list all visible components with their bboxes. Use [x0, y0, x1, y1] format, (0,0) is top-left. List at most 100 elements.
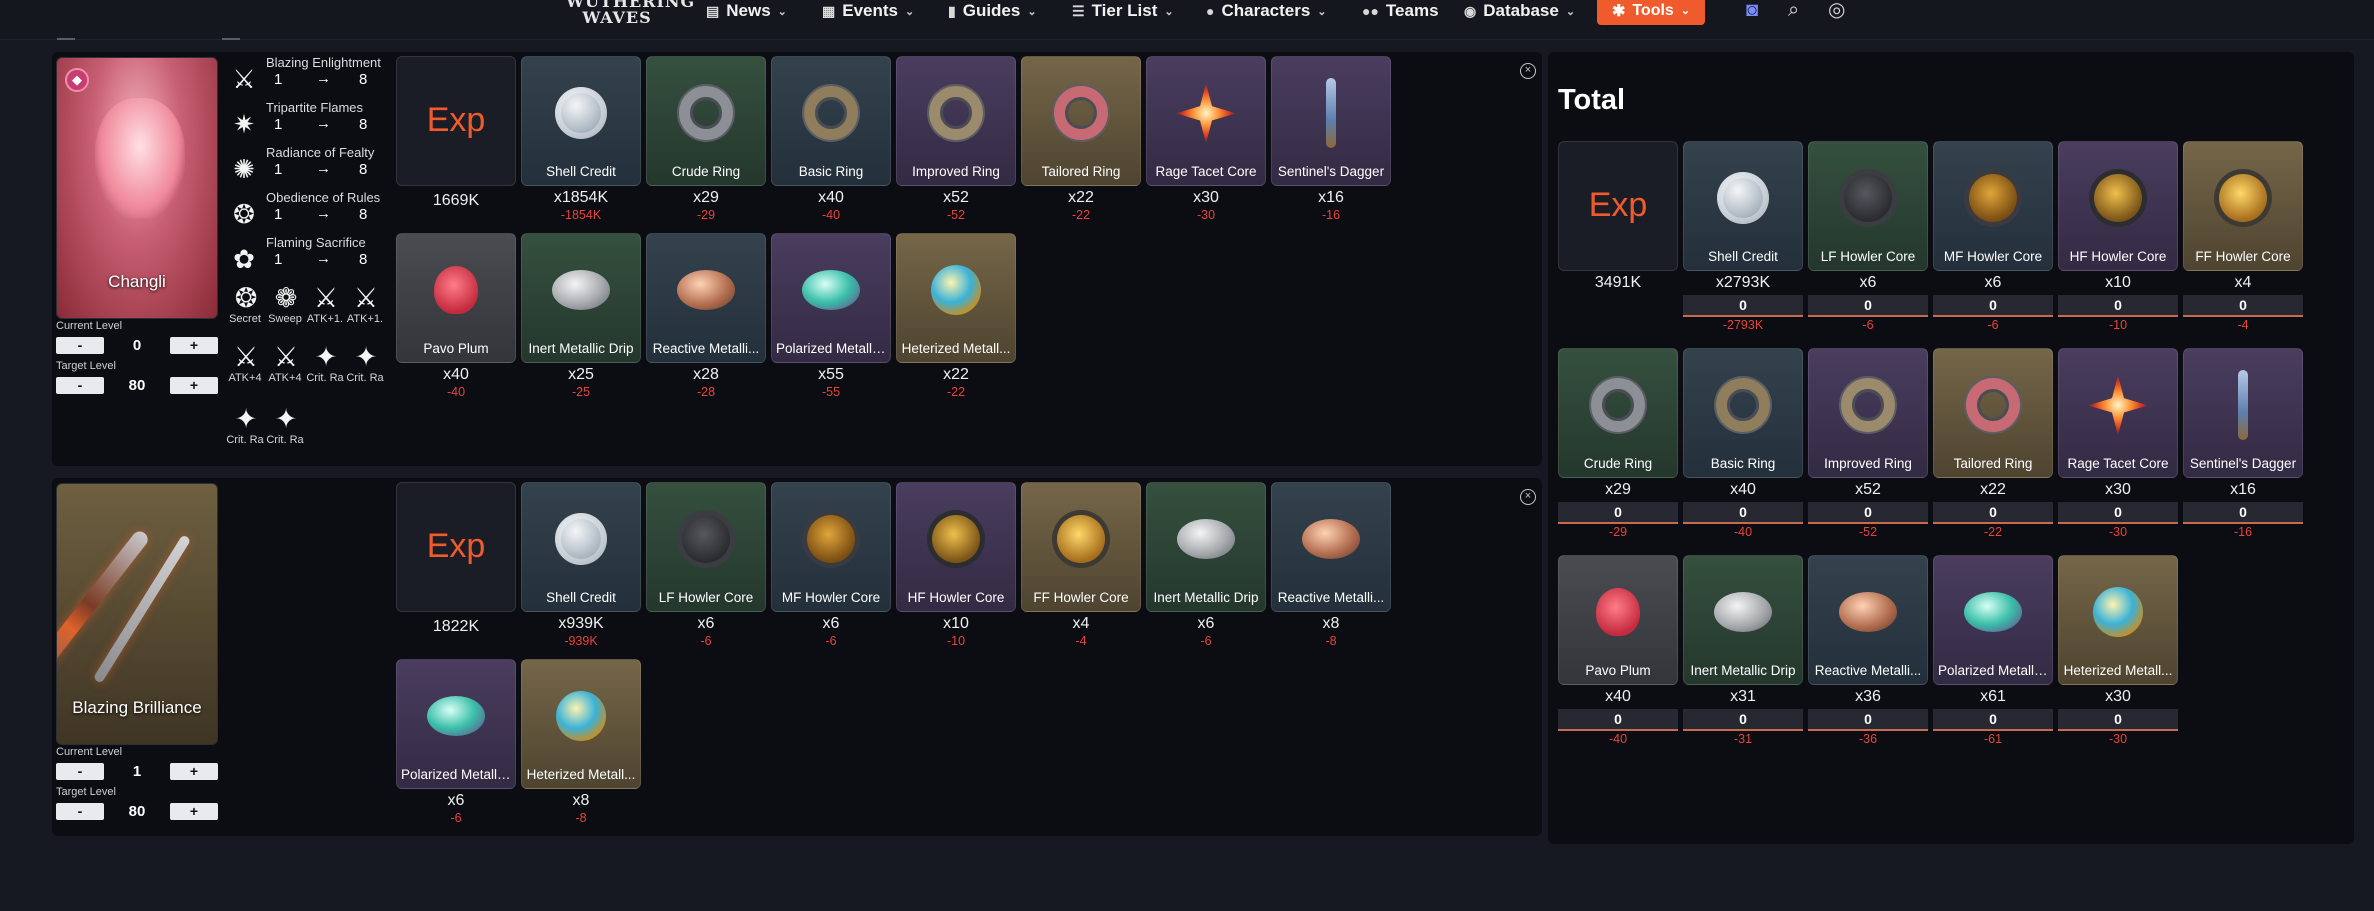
total-inert-metallic-drip[interactable]: Inert Metallic Drip x31 0 -31 [1683, 555, 1803, 746]
material-heterized-metallic-drip[interactable]: Heterized Metall... x22 -22 [896, 233, 1016, 399]
owned-input[interactable]: 0 [1933, 709, 2053, 731]
owned-input[interactable]: 0 [1933, 295, 2053, 317]
owned-input[interactable]: 0 [1808, 502, 1928, 524]
account-icon[interactable]: ◎ [1828, 0, 1845, 20]
owned-input[interactable]: 0 [2183, 502, 2303, 524]
skill-level-to[interactable]: 8 [359, 71, 367, 88]
increase-level-button[interactable]: + [170, 337, 218, 354]
minor-node[interactable]: ✦ Crit. Ra [266, 404, 306, 454]
search-icon[interactable]: ⌕ [1788, 0, 1799, 20]
minor-node[interactable]: ✦ Crit. Ra [306, 342, 346, 392]
owned-input[interactable]: 0 [1683, 709, 1803, 731]
minor-node[interactable]: ❁ Sweep [266, 283, 306, 333]
material-shell-credit[interactable]: Shell Credit x939K -939K [521, 482, 641, 648]
material-polarized-metallic-drip[interactable]: Polarized Metalli... x6 -6 [396, 659, 516, 825]
current-level-value[interactable]: 1 [111, 763, 163, 780]
increase-target-button[interactable]: + [170, 377, 218, 394]
skill-level-to[interactable]: 8 [359, 116, 367, 133]
total-shell-credit[interactable]: Shell Credit x2793K 0 -2793K [1683, 141, 1803, 332]
minor-node[interactable]: ⚔ ATK+4 [226, 342, 266, 392]
total-sentinels-dagger[interactable]: Sentinel's Dagger x16 0 -16 [2183, 348, 2303, 539]
material-improved-ring[interactable]: Improved Ring x52 -52 [896, 56, 1016, 222]
owned-input[interactable]: 0 [1808, 709, 1928, 731]
material-sentinels-dagger[interactable]: Sentinel's Dagger x16 -16 [1271, 56, 1391, 222]
skill-level-to[interactable]: 8 [359, 161, 367, 178]
nav-events[interactable]: ▦ Events ⌄ [822, 0, 914, 22]
material-exp[interactable]: Exp 1822K [396, 482, 516, 636]
owned-input[interactable]: 0 [1933, 502, 2053, 524]
weapon-portrait[interactable]: Blazing Brilliance [56, 483, 218, 745]
character-portrait[interactable]: ◆ Changli [56, 57, 218, 319]
current-level-value[interactable]: 0 [111, 337, 163, 354]
skill-level-to[interactable]: 8 [359, 251, 367, 268]
minor-node[interactable]: ⚔ ATK+4 [266, 342, 306, 392]
skill-level-from[interactable]: 1 [274, 71, 282, 88]
material-polarized-metallic-drip[interactable]: Polarized Metalli... x55 -55 [771, 233, 891, 399]
minor-node[interactable]: ✦ Crit. Ra [226, 404, 266, 454]
material-exp[interactable]: Exp 1669K [396, 56, 516, 210]
target-level-value[interactable]: 80 [111, 803, 163, 820]
skill-row[interactable]: ⚔ Blazing Enlightment 1 → 8 [226, 55, 386, 99]
nav-characters[interactable]: ● Characters ⌄ [1206, 0, 1327, 22]
owned-input[interactable]: 0 [2058, 709, 2178, 731]
owned-input[interactable]: 0 [1683, 502, 1803, 524]
total-lf-howler-core[interactable]: LF Howler Core x6 0 -6 [1808, 141, 1928, 332]
increase-level-button[interactable]: + [170, 763, 218, 780]
owned-input[interactable]: 0 [1683, 295, 1803, 317]
minor-node[interactable]: ⚔ ATK+1. [346, 283, 386, 333]
material-shell-credit[interactable]: Shell Credit x1854K -1854K [521, 56, 641, 222]
skill-row[interactable]: ❂ Obedience of Rules 1 → 8 [226, 190, 386, 234]
material-ff-howler-core[interactable]: FF Howler Core x4 -4 [1021, 482, 1141, 648]
total-exp[interactable]: Exp 3491K [1558, 141, 1678, 292]
skill-level-from[interactable]: 1 [274, 116, 282, 133]
owned-input[interactable]: 0 [2058, 295, 2178, 317]
nav-tools-button[interactable]: ✱ Tools ⌄ [1597, 0, 1705, 25]
total-mf-howler-core[interactable]: MF Howler Core x6 0 -6 [1933, 141, 2053, 332]
total-ff-howler-core[interactable]: FF Howler Core x4 0 -4 [2183, 141, 2303, 332]
total-improved-ring[interactable]: Improved Ring x52 0 -52 [1808, 348, 1928, 539]
owned-input[interactable]: 0 [1558, 502, 1678, 524]
increase-target-button[interactable]: + [170, 803, 218, 820]
nav-tier-list[interactable]: ☰ Tier List ⌄ [1072, 0, 1174, 22]
decrease-target-button[interactable]: - [56, 377, 104, 394]
material-inert-metallic-drip[interactable]: Inert Metallic Drip x6 -6 [1146, 482, 1266, 648]
nav-guides[interactable]: ▮ Guides ⌄ [948, 0, 1037, 22]
material-rage-tacet-core[interactable]: Rage Tacet Core x30 -30 [1146, 56, 1266, 222]
material-basic-ring[interactable]: Basic Ring x40 -40 [771, 56, 891, 222]
total-reactive-metallic-drip[interactable]: Reactive Metalli... x36 0 -36 [1808, 555, 1928, 746]
owned-input[interactable]: 0 [1558, 709, 1678, 731]
material-inert-metallic-drip[interactable]: Inert Metallic Drip x25 -25 [521, 233, 641, 399]
owned-input[interactable]: 0 [2183, 295, 2303, 317]
skill-row[interactable]: ✺ Radiance of Fealty 1 → 8 [226, 145, 386, 189]
decrease-level-button[interactable]: - [56, 763, 104, 780]
close-icon[interactable]: × [1520, 489, 1536, 505]
material-tailored-ring[interactable]: Tailored Ring x22 -22 [1021, 56, 1141, 222]
material-reactive-metallic-drip[interactable]: Reactive Metalli... x28 -28 [646, 233, 766, 399]
material-lf-howler-core[interactable]: LF Howler Core x6 -6 [646, 482, 766, 648]
minor-node[interactable]: ✦ Crit. Ra [346, 342, 386, 392]
skill-level-to[interactable]: 8 [359, 206, 367, 223]
material-mf-howler-core[interactable]: MF Howler Core x6 -6 [771, 482, 891, 648]
total-polarized-metallic-drip[interactable]: Polarized Metalli... x61 0 -61 [1933, 555, 2053, 746]
material-crude-ring[interactable]: Crude Ring x29 -29 [646, 56, 766, 222]
site-logo[interactable]: WUTHERING WAVES [566, 0, 694, 26]
total-crude-ring[interactable]: Crude Ring x29 0 -29 [1558, 348, 1678, 539]
close-icon[interactable]: × [1520, 63, 1536, 79]
discord-icon[interactable]: ◙ [1746, 0, 1758, 20]
total-hf-howler-core[interactable]: HF Howler Core x10 0 -10 [2058, 141, 2178, 332]
decrease-level-button[interactable]: - [56, 337, 104, 354]
nav-teams[interactable]: ●● Teams [1362, 0, 1439, 22]
skill-row[interactable]: ✿ Flaming Sacrifice 1 → 8 [226, 235, 386, 279]
material-pavo-plum[interactable]: Pavo Plum x40 -40 [396, 233, 516, 399]
skill-level-from[interactable]: 1 [274, 251, 282, 268]
target-level-value[interactable]: 80 [111, 377, 163, 394]
material-hf-howler-core[interactable]: HF Howler Core x10 -10 [896, 482, 1016, 648]
material-heterized-metallic-drip[interactable]: Heterized Metall... x8 -8 [521, 659, 641, 825]
skill-level-from[interactable]: 1 [274, 161, 282, 178]
total-basic-ring[interactable]: Basic Ring x40 0 -40 [1683, 348, 1803, 539]
material-reactive-metallic-drip[interactable]: Reactive Metalli... x8 -8 [1271, 482, 1391, 648]
nav-news[interactable]: ▤ News ⌄ [706, 0, 787, 22]
minor-node[interactable]: ❂ Secret [226, 283, 266, 333]
decrease-target-button[interactable]: - [56, 803, 104, 820]
nav-database[interactable]: ◉ Database ⌄ [1464, 0, 1575, 22]
